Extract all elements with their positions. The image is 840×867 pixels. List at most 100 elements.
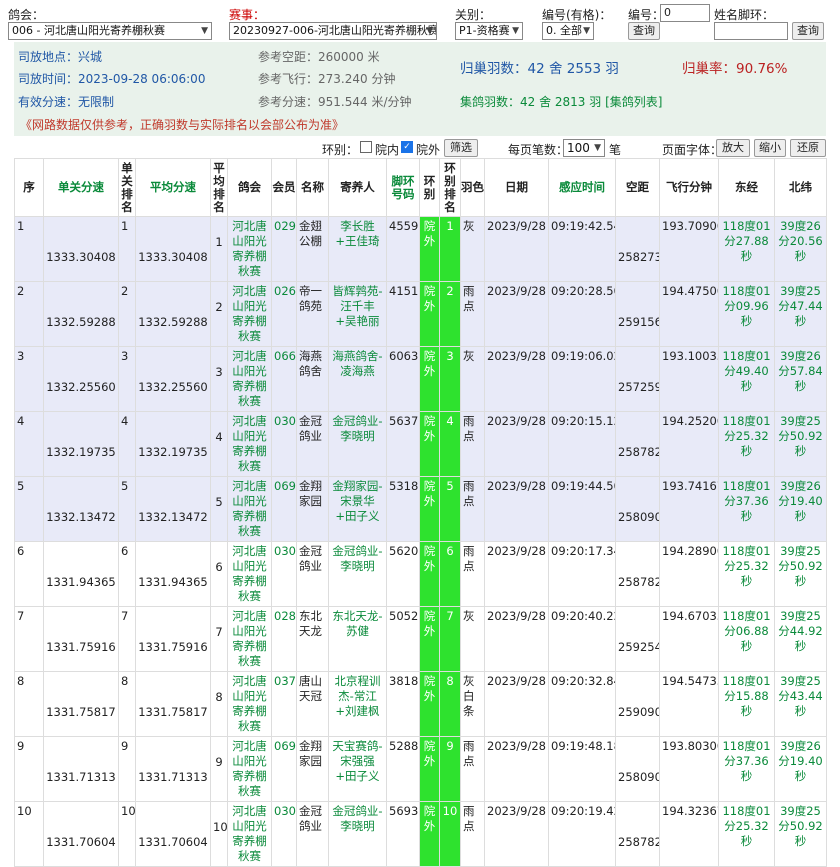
outdoor-checkbox[interactable]: ✓: [401, 141, 413, 153]
col-seq[interactable]: 序: [14, 158, 44, 217]
cell-ring-rank: 6: [439, 541, 461, 607]
cell-color: 灰: [460, 346, 485, 412]
cell-time: 09:20:15.12: [548, 411, 616, 477]
cell-avg-rank: 7: [210, 606, 228, 672]
collect-count[interactable]: 集鸽羽数：42 舍 2813 羽 [集鸽列表]: [460, 93, 662, 110]
id-query-button[interactable]: 查询: [628, 22, 660, 40]
cell-date: 2023/9/28: [484, 541, 549, 607]
table-row[interactable]: 7 1331.75916 7 1331.75916 7 河北唐山阳光寄养棚秋赛 028 东北天…: [14, 606, 827, 672]
page-size-select[interactable]: 100 ▼: [563, 139, 605, 157]
cell-club: 河北唐山阳光寄养棚秋赛: [227, 346, 272, 412]
col-avg-speed[interactable]: 平均分速: [135, 158, 211, 217]
indoor-checkbox[interactable]: [360, 141, 372, 153]
table-row[interactable]: 9 1331.71313 9 1331.71313 9 河北唐山阳光寄养棚秋赛 069 金翔家…: [14, 736, 827, 802]
col-ring-rank[interactable]: 环别排名: [439, 158, 461, 217]
zoom-out-button[interactable]: 缩小: [754, 139, 786, 157]
table-row[interactable]: 4 1332.19735 4 1332.19735 4 河北唐山阳光寄养棚秋赛 030 金冠鸽…: [14, 411, 827, 477]
chevron-down-icon: ▼: [512, 26, 519, 36]
cell-distance: 258782: [615, 801, 660, 867]
cell-lat: 39度25分44.92秒: [774, 606, 827, 672]
cell-minutes: 193.74167: [659, 476, 719, 542]
cell-speed: 1331.70604: [43, 801, 119, 867]
cell-ring: 5637: [386, 411, 420, 477]
cell-member: 028: [271, 606, 297, 672]
cell-avg-rank: 1: [210, 216, 228, 282]
table-controls: 环别： 院内 ✓ 院外 筛选 每页笔数： 100 ▼ 笔 页面字体： 放大 缩小 …: [0, 138, 840, 158]
name-input[interactable]: [714, 22, 788, 40]
col-lat[interactable]: 北纬: [774, 158, 827, 217]
table-row[interactable]: 5 1332.13472 5 1332.13472 5 河北唐山阳光寄养棚秋赛 069 金翔家…: [14, 476, 827, 542]
cell-name: 唐山天冠: [296, 671, 329, 737]
col-color[interactable]: 羽色: [460, 158, 485, 217]
col-owner[interactable]: 寄养人: [328, 158, 387, 217]
chevron-down-icon: ▼: [594, 143, 601, 153]
col-date[interactable]: 日期: [484, 158, 549, 217]
table-row[interactable]: 10 1331.70604 10 1331.70604 10 河北唐山阳光寄养棚秋赛 030…: [14, 801, 827, 867]
cell-rank: 7: [118, 606, 136, 672]
cell-ring: 6063: [386, 346, 420, 412]
cell-ring: 5288: [386, 736, 420, 802]
cell-date: 2023/9/28: [484, 281, 549, 347]
cell-lon: 118度01分37.36秒: [718, 476, 775, 542]
stage-select[interactable]: P1-资格赛 ▼: [455, 22, 523, 40]
cell-name: 金冠鸽业: [296, 541, 329, 607]
cell-club: 河北唐山阳光寄养棚秋赛: [227, 801, 272, 867]
cell-distance: 258090: [615, 736, 660, 802]
indoor-label: 院内: [375, 143, 400, 157]
col-ring-type[interactable]: 环别: [419, 158, 440, 217]
col-minutes[interactable]: 飞行分钟: [659, 158, 719, 217]
table-row[interactable]: 8 1331.75817 8 1331.75817 8 河北唐山阳光寄养棚秋赛 037 唐山天…: [14, 671, 827, 737]
cell-minutes: 194.47500: [659, 281, 719, 347]
reset-font-button[interactable]: 还原: [790, 139, 826, 157]
cell-time: 09:19:42.54: [548, 216, 616, 282]
zoom-in-button[interactable]: 放大: [716, 139, 750, 157]
table-row[interactable]: 6 1331.94365 6 1331.94365 6 河北唐山阳光寄养棚秋赛 030 金冠鸽…: [14, 541, 827, 607]
cell-minutes: 194.54733: [659, 671, 719, 737]
cell-ring-type: 院外: [419, 801, 440, 867]
cell-member: 069: [271, 736, 297, 802]
cell-lon: 118度01分49.40秒: [718, 346, 775, 412]
table-row[interactable]: 1 1333.30408 1 1333.30408 1 河北唐山阳光寄养棚秋赛 029 金翅公…: [14, 216, 827, 282]
ref-speed: 参考分速：951.544 米/分钟: [258, 95, 412, 109]
col-avg-rank[interactable]: 平均排名: [210, 158, 228, 217]
id-label: 编号：: [628, 8, 665, 22]
col-time[interactable]: 感应时间: [548, 158, 616, 217]
cell-lat: 39度25分47.44秒: [774, 281, 827, 347]
cell-distance: 259156: [615, 281, 660, 347]
race-select[interactable]: 20230927-006-河北唐山阳光寄养棚秋赛 ▼: [229, 22, 437, 40]
cell-distance: 257259: [615, 346, 660, 412]
cell-avg-speed: 1332.13472: [135, 476, 211, 542]
cell-color: 灰白条: [460, 671, 485, 737]
cell-lat: 39度26分19.40秒: [774, 476, 827, 542]
col-distance[interactable]: 空距: [615, 158, 660, 217]
cell-ring: 5620: [386, 541, 420, 607]
col-ring[interactable]: 脚环号码: [386, 158, 420, 217]
cell-date: 2023/9/28: [484, 801, 549, 867]
page-size-label: 每页笔数：: [508, 143, 569, 157]
cell-date: 2023/9/28: [484, 671, 549, 737]
col-rank[interactable]: 单关排名: [118, 158, 136, 217]
filter-button[interactable]: 筛选: [444, 139, 478, 157]
cell-member: 029: [271, 216, 297, 282]
col-club[interactable]: 鸽会: [227, 158, 272, 217]
table-row[interactable]: 3 1332.25560 3 1332.25560 3 河北唐山阳光寄养棚秋赛 066 海燕鸽…: [14, 346, 827, 412]
col-lon[interactable]: 东经: [718, 158, 775, 217]
cell-speed: 1332.59288: [43, 281, 119, 347]
cell-time: 09:20:32.84: [548, 671, 616, 737]
name-query-button[interactable]: 查询: [792, 22, 824, 40]
cell-rank: 2: [118, 281, 136, 347]
cell-ring-rank: 10: [439, 801, 461, 867]
number-select[interactable]: 0. 全部 ▼: [542, 22, 594, 40]
cell-lat: 39度26分19.40秒: [774, 736, 827, 802]
col-member[interactable]: 会员: [271, 158, 297, 217]
col-name[interactable]: 名称: [296, 158, 329, 217]
id-input[interactable]: 0: [660, 4, 710, 22]
col-speed[interactable]: 单关分速: [43, 158, 119, 217]
table-row[interactable]: 2 1332.59288 2 1332.59288 2 河北唐山阳光寄养棚秋赛 026 帝一鸽…: [14, 281, 827, 347]
cell-avg-speed: 1333.30408: [135, 216, 211, 282]
cell-avg-speed: 1332.25560: [135, 346, 211, 412]
cell-owner: 金冠鸽业-李晓明: [328, 541, 387, 607]
cell-color: 雨点: [460, 476, 485, 542]
cell-lon: 118度01分06.88秒: [718, 606, 775, 672]
club-select[interactable]: 006 - 河北唐山阳光寄养棚秋赛 ▼: [8, 22, 212, 40]
